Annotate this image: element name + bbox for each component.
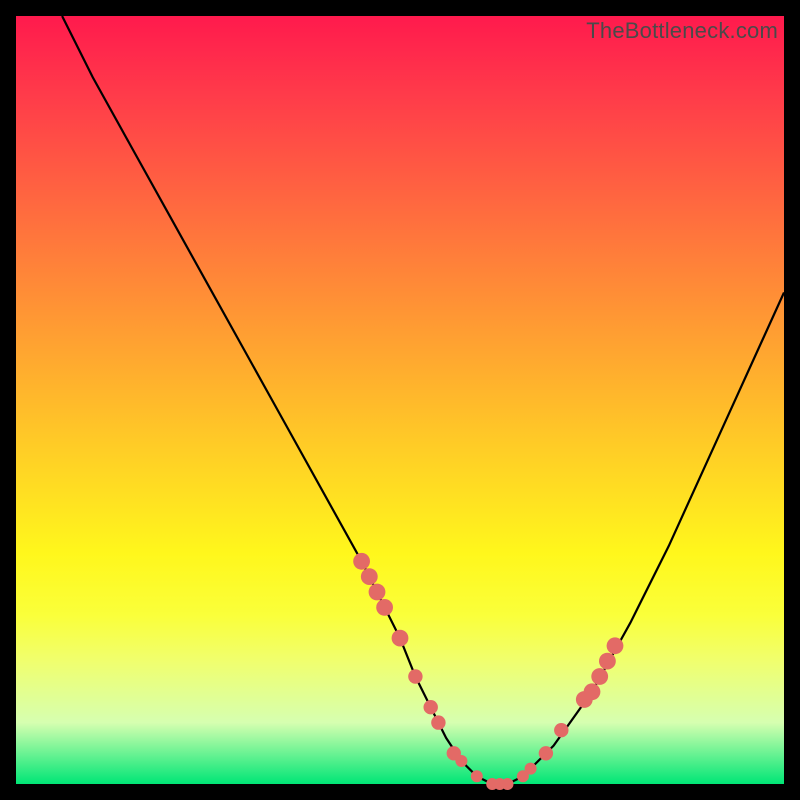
chart-plot-area: TheBottleneck.com bbox=[16, 16, 784, 784]
curve-marker bbox=[376, 599, 393, 616]
curve-marker bbox=[408, 669, 422, 683]
curve-marker bbox=[584, 683, 601, 700]
curve-marker bbox=[502, 778, 514, 790]
curve-marker bbox=[424, 700, 438, 714]
curve-marker bbox=[599, 653, 616, 670]
curve-marker bbox=[361, 568, 378, 585]
curve-marker bbox=[554, 723, 568, 737]
bottleneck-curve bbox=[16, 16, 784, 784]
curve-path bbox=[62, 16, 784, 784]
curve-markers bbox=[353, 553, 623, 790]
curve-marker bbox=[539, 746, 553, 760]
curve-marker bbox=[591, 668, 608, 685]
curve-marker bbox=[369, 584, 386, 601]
curve-marker bbox=[431, 715, 445, 729]
curve-marker bbox=[471, 770, 483, 782]
curve-marker bbox=[392, 630, 409, 647]
curve-marker bbox=[525, 763, 537, 775]
curve-marker bbox=[353, 553, 370, 570]
curve-marker bbox=[455, 755, 467, 767]
curve-marker bbox=[607, 637, 624, 654]
chart-frame: TheBottleneck.com bbox=[0, 0, 800, 800]
